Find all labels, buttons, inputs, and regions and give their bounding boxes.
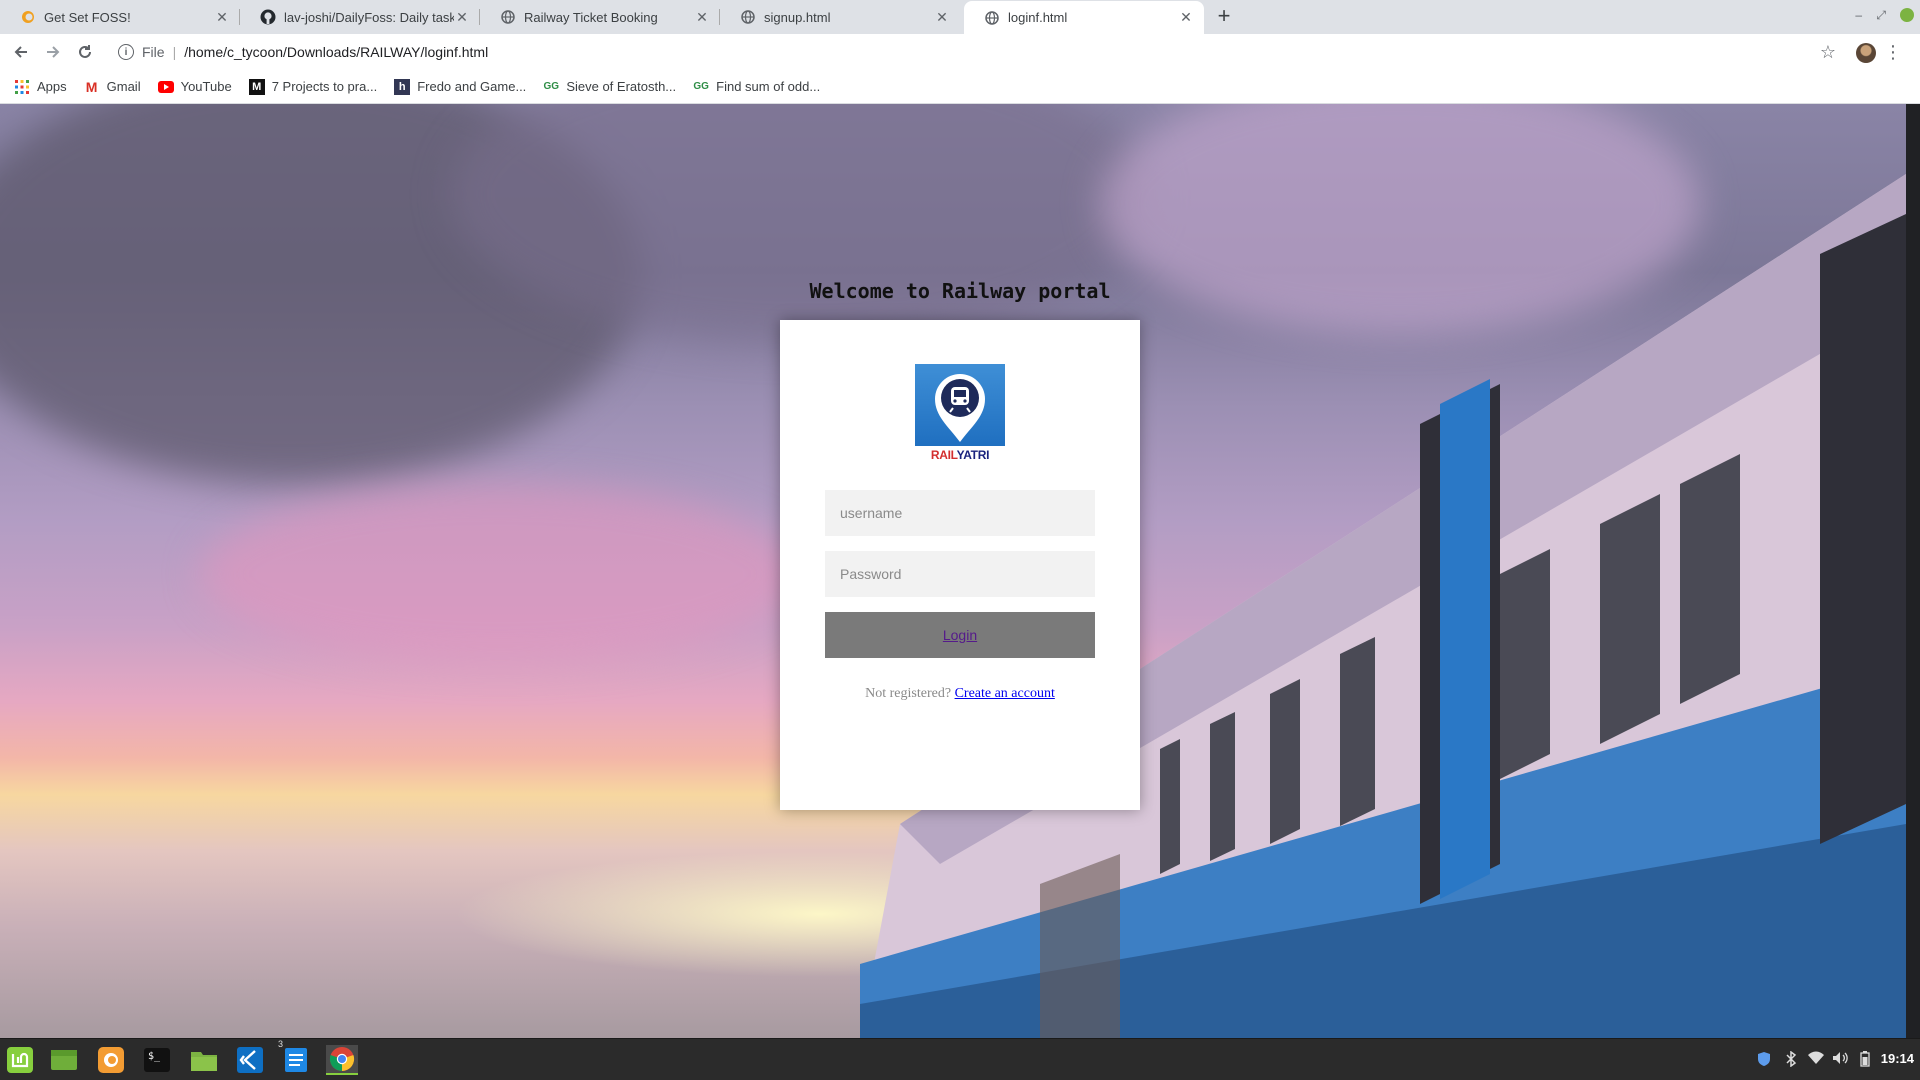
firefox-icon[interactable]: [95, 1045, 127, 1075]
logo-background: [915, 364, 1005, 446]
close-tab-icon[interactable]: ✕: [934, 9, 950, 25]
bookmark-label: Sieve of Eratosth...: [566, 79, 677, 94]
tab-strip: Get Set FOSS! ✕ lav-joshi/DailyFoss: Dai…: [0, 0, 1920, 34]
mint-menu-icon[interactable]: [4, 1045, 36, 1075]
password-input[interactable]: [825, 551, 1095, 597]
bookmarks-bar: Apps M Gmail YouTube M 7 Projects to pra…: [0, 70, 1920, 104]
login-button[interactable]: Login: [825, 612, 1095, 658]
bluetooth-icon[interactable]: [1784, 1050, 1798, 1070]
login-card: RAILYATRI Login Not registered? Create a…: [780, 320, 1140, 810]
logo-wordmark: RAILYATRI: [915, 448, 1005, 462]
tab-get-set-foss[interactable]: Get Set FOSS! ✕: [0, 0, 240, 34]
gfg-icon: GG: [693, 81, 709, 92]
apps-grid-icon: [14, 79, 30, 95]
close-tab-icon[interactable]: ✕: [454, 9, 470, 25]
globe-icon: [984, 10, 1000, 26]
close-tab-icon[interactable]: ✕: [1178, 9, 1194, 26]
terminal-icon[interactable]: $_: [141, 1045, 173, 1075]
logo-yatri-text: YATRI: [956, 448, 990, 462]
tab-loginf[interactable]: loginf.html ✕: [964, 1, 1204, 34]
desktop-taskbar: $_ 3 19:14: [0, 1038, 1920, 1080]
bookmark-youtube[interactable]: YouTube: [157, 79, 232, 95]
bookmark-apps[interactable]: Apps: [14, 79, 67, 95]
bookmark-label: YouTube: [180, 79, 232, 94]
close-tab-icon[interactable]: ✕: [694, 9, 710, 25]
show-desktop-icon[interactable]: [48, 1045, 80, 1075]
tab-title: Railway Ticket Booking: [524, 9, 658, 25]
reload-icon[interactable]: [75, 42, 95, 62]
bookmark-star-icon[interactable]: ☆: [1820, 42, 1836, 63]
tab-dailyfoss[interactable]: lav-joshi/DailyFoss: Daily task ✕: [240, 0, 480, 34]
youtube-icon: [157, 79, 174, 95]
window-count-badge: 3: [278, 1039, 284, 1049]
tab-signup[interactable]: signup.html ✕: [720, 0, 960, 34]
window-close-icon[interactable]: [1900, 8, 1914, 22]
chrome-icon[interactable]: [326, 1045, 358, 1075]
bookmark-label: Gmail: [106, 79, 141, 94]
bookmark-7-projects[interactable]: M 7 Projects to pra...: [248, 78, 378, 95]
medium-icon: M: [248, 78, 265, 95]
info-icon[interactable]: i: [118, 44, 134, 60]
page-title: Welcome to Railway portal: [809, 279, 1111, 303]
register-message: Not registered? Create an account: [780, 686, 1140, 702]
text-editor-icon[interactable]: 3: [278, 1039, 312, 1075]
address-divider: |: [172, 44, 177, 60]
battery-icon[interactable]: [1860, 1051, 1870, 1070]
bookmark-label: Apps: [37, 79, 67, 94]
forward-arrow-icon[interactable]: [43, 42, 63, 62]
hackerearth-icon: h: [394, 78, 411, 95]
bookmark-label: Find sum of odd...: [716, 79, 821, 94]
clock[interactable]: 19:14: [1881, 1051, 1914, 1066]
github-icon: [260, 9, 276, 25]
profile-avatar[interactable]: [1856, 43, 1876, 63]
bookmark-gmail[interactable]: M Gmail: [84, 79, 141, 95]
logo-rail-text: RAIL: [930, 448, 957, 462]
address-url[interactable]: /home/c_tycoon/Downloads/RAILWAY/loginf.…: [184, 44, 488, 60]
globe-icon: [500, 9, 516, 25]
tab-title: Get Set FOSS!: [44, 9, 131, 25]
register-prompt: Not registered?: [865, 686, 952, 701]
foss-favicon: [20, 9, 36, 25]
globe-icon: [740, 9, 756, 25]
login-button-label: Login: [942, 627, 978, 643]
browser-toolbar: i File | /home/c_tycoon/Downloads/RAILWA…: [0, 34, 1920, 70]
back-arrow-icon[interactable]: [11, 42, 31, 62]
create-account-link[interactable]: Create an account: [955, 686, 1055, 701]
background-cloud: [200, 484, 800, 664]
new-tab-button[interactable]: +: [1212, 5, 1236, 28]
tab-title: lav-joshi/DailyFoss: Daily task: [284, 9, 454, 25]
svg-text:$_: $_: [148, 1051, 161, 1062]
railyatri-logo: RAILYATRI: [915, 364, 1005, 464]
tab-title: signup.html: [764, 9, 831, 25]
username-input[interactable]: [825, 490, 1095, 536]
minimize-icon[interactable]: –: [1855, 8, 1862, 22]
bookmark-fredo[interactable]: h Fredo and Game...: [394, 78, 527, 95]
shield-icon[interactable]: [1756, 1051, 1772, 1070]
address-scheme: File: [142, 44, 165, 60]
menu-kebab-icon[interactable]: ⋮: [1884, 42, 1902, 63]
address-bar[interactable]: i File | /home/c_tycoon/Downloads/RAILWA…: [108, 38, 1808, 66]
gmail-icon: M: [85, 78, 98, 95]
train-pin-icon: [935, 374, 985, 442]
bookmark-find-sum[interactable]: GG Find sum of odd...: [693, 79, 820, 95]
restore-icon[interactable]: ⤢: [1876, 8, 1886, 23]
tab-railway-ticket-booking[interactable]: Railway Ticket Booking ✕: [480, 0, 720, 34]
tab-title: loginf.html: [1008, 10, 1068, 25]
vscode-icon[interactable]: [234, 1045, 266, 1075]
page-viewport: Welcome to Railway portal RAILYATRI Logi…: [0, 104, 1906, 1038]
close-tab-icon[interactable]: ✕: [214, 9, 230, 25]
bookmark-label: 7 Projects to pra...: [271, 79, 378, 94]
bookmark-sieve[interactable]: GG Sieve of Eratosth...: [543, 79, 677, 95]
gfg-icon: GG: [543, 81, 560, 92]
volume-icon[interactable]: [1832, 1051, 1848, 1068]
bookmark-label: Fredo and Game...: [417, 79, 527, 94]
wifi-icon[interactable]: [1808, 1051, 1824, 1068]
files-icon[interactable]: [188, 1045, 220, 1075]
